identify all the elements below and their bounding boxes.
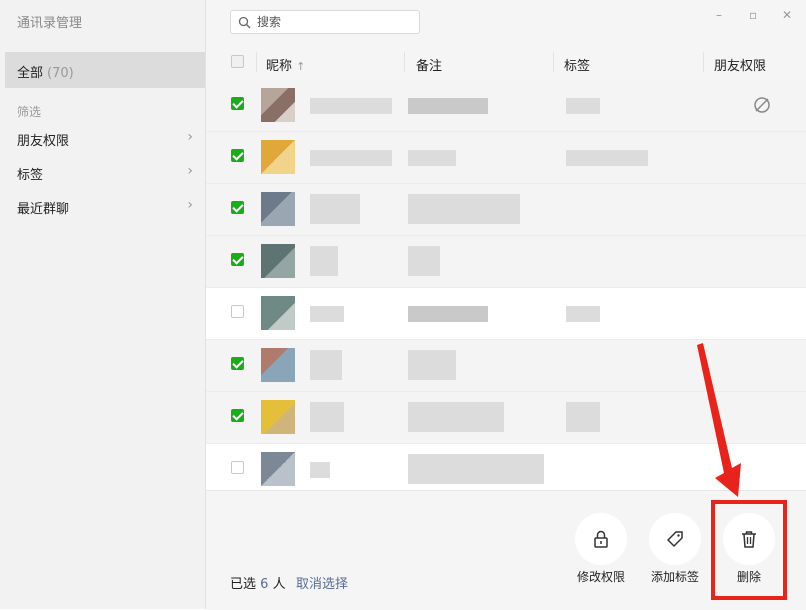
column-divider bbox=[553, 52, 554, 72]
blurred-remark bbox=[408, 150, 456, 166]
add-tag-button[interactable]: 添加标签 bbox=[647, 513, 703, 585]
avatar bbox=[261, 296, 295, 330]
action-footer: 已选 6 人 取消选择 修改权限 添加标签 删除 bbox=[206, 490, 806, 610]
hide-moments-icon bbox=[753, 96, 771, 118]
sidebar-item-label: 最近群聊 bbox=[17, 202, 70, 217]
add-tag-label: 添加标签 bbox=[650, 570, 699, 584]
row-checkbox[interactable] bbox=[231, 461, 244, 474]
table-row[interactable] bbox=[206, 236, 806, 288]
blurred-nickname bbox=[310, 98, 392, 114]
app-title: 通讯录管理 bbox=[17, 16, 83, 31]
table-header: 昵称 ↑ 备注 标签 朋友权限 bbox=[206, 44, 806, 81]
table-row[interactable] bbox=[206, 392, 806, 444]
column-nickname-label: 昵称 bbox=[266, 59, 293, 74]
blurred-nickname bbox=[310, 150, 392, 166]
modify-permission-button[interactable]: 修改权限 bbox=[573, 513, 629, 585]
search-input[interactable] bbox=[255, 12, 417, 32]
sidebar: 通讯录管理 全部 (70) 筛选 朋友权限 › 标签 › 最近群聊 › bbox=[0, 0, 206, 609]
lock-icon bbox=[575, 513, 627, 565]
column-tag[interactable]: 标签 bbox=[564, 55, 590, 74]
blurred-remark bbox=[408, 402, 504, 432]
blurred-nickname bbox=[310, 402, 344, 432]
trash-icon bbox=[723, 513, 775, 565]
minimize-icon[interactable]: – bbox=[716, 8, 722, 22]
maximize-icon[interactable]: ▫ bbox=[749, 8, 757, 22]
selected-count: 6 bbox=[260, 577, 269, 592]
blurred-tag bbox=[566, 306, 600, 322]
avatar bbox=[261, 140, 295, 174]
selected-suffix: 人 bbox=[272, 577, 286, 592]
table-row[interactable] bbox=[206, 132, 806, 184]
row-checkbox[interactable] bbox=[231, 305, 244, 318]
tag-icon bbox=[649, 513, 701, 565]
chevron-right-icon: › bbox=[187, 197, 193, 213]
main-panel: – ▫ ✕ 昵称 ↑ 备注 标签 朋友权限 bbox=[206, 0, 806, 610]
blurred-nickname bbox=[310, 246, 338, 276]
selection-summary: 已选 6 人 bbox=[230, 573, 286, 592]
avatar bbox=[261, 452, 295, 486]
avatar bbox=[261, 400, 295, 434]
sidebar-item-tags[interactable]: 标签 › bbox=[5, 159, 205, 187]
sidebar-item-all-count: (70) bbox=[47, 66, 74, 81]
chevron-right-icon: › bbox=[187, 163, 193, 179]
select-all-checkbox[interactable] bbox=[231, 55, 244, 68]
table-row[interactable] bbox=[206, 444, 806, 496]
table-row[interactable] bbox=[206, 184, 806, 236]
delete-label: 删除 bbox=[736, 570, 761, 584]
search-box[interactable] bbox=[230, 10, 420, 34]
blurred-remark bbox=[408, 194, 520, 224]
search-icon bbox=[238, 14, 251, 33]
column-divider bbox=[404, 52, 405, 72]
avatar bbox=[261, 88, 295, 122]
blurred-nickname bbox=[310, 462, 330, 478]
table-row[interactable] bbox=[206, 80, 806, 132]
blurred-remark bbox=[408, 98, 488, 114]
blurred-tag bbox=[566, 402, 600, 432]
sidebar-item-all[interactable]: 全部 (70) bbox=[5, 52, 205, 88]
blurred-remark bbox=[408, 350, 456, 380]
row-checkbox[interactable] bbox=[231, 201, 244, 214]
column-divider bbox=[703, 52, 704, 72]
modify-permission-label: 修改权限 bbox=[576, 570, 625, 584]
column-remark[interactable]: 备注 bbox=[416, 55, 442, 74]
blurred-nickname bbox=[310, 306, 344, 322]
row-checkbox[interactable] bbox=[231, 409, 244, 422]
column-nickname[interactable]: 昵称 ↑ bbox=[266, 55, 305, 74]
filter-section-title: 筛选 bbox=[17, 105, 42, 119]
blurred-nickname bbox=[310, 350, 342, 380]
column-divider bbox=[256, 52, 257, 72]
blurred-remark bbox=[408, 246, 440, 276]
cancel-selection-link[interactable]: 取消选择 bbox=[296, 573, 348, 592]
chevron-right-icon: › bbox=[187, 129, 193, 145]
delete-button[interactable]: 删除 bbox=[721, 513, 777, 585]
sidebar-item-recent-groups[interactable]: 最近群聊 › bbox=[5, 193, 205, 221]
sidebar-item-friend-permission[interactable]: 朋友权限 › bbox=[5, 125, 205, 153]
row-checkbox[interactable] bbox=[231, 97, 244, 110]
table-row[interactable] bbox=[206, 288, 806, 340]
blurred-remark bbox=[408, 306, 488, 322]
row-checkbox[interactable] bbox=[231, 357, 244, 370]
row-checkbox[interactable] bbox=[231, 149, 244, 162]
column-permission[interactable]: 朋友权限 bbox=[714, 55, 766, 74]
blurred-tag bbox=[566, 98, 600, 114]
avatar bbox=[261, 348, 295, 382]
row-checkbox[interactable] bbox=[231, 253, 244, 266]
close-icon[interactable]: ✕ bbox=[782, 8, 792, 22]
sidebar-item-all-label: 全部 bbox=[17, 66, 44, 81]
selected-prefix: 已选 bbox=[230, 577, 257, 592]
table-row[interactable] bbox=[206, 340, 806, 392]
avatar bbox=[261, 192, 295, 226]
blurred-tag bbox=[566, 150, 648, 166]
avatar bbox=[261, 244, 295, 278]
sidebar-item-label: 标签 bbox=[17, 168, 44, 183]
sort-asc-icon: ↑ bbox=[296, 60, 306, 73]
blurred-remark bbox=[408, 454, 544, 484]
sidebar-item-label: 朋友权限 bbox=[17, 134, 70, 149]
blurred-nickname bbox=[310, 194, 360, 224]
